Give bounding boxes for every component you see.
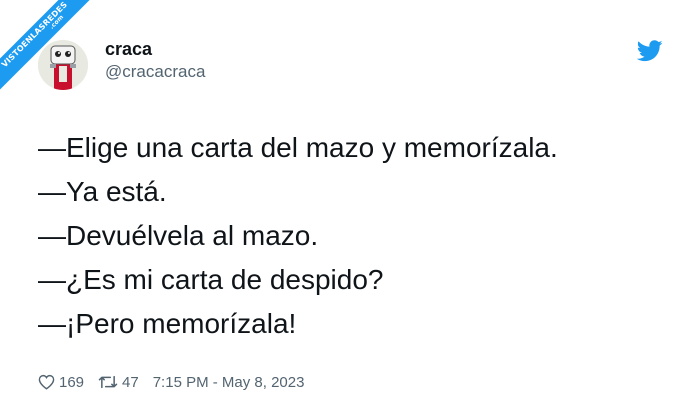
author-handle[interactable]: @cracacraca — [105, 62, 205, 82]
tweet-line: —¡Pero memorízala! — [38, 308, 297, 339]
tweet-line: —Devuélvela al mazo. — [38, 220, 319, 251]
tweet-text: —Elige una carta del mazo y memorízala. … — [38, 126, 678, 346]
retweet-icon — [98, 375, 118, 389]
tweet-line: —Elige una carta del mazo y memorízala. — [38, 132, 558, 163]
like-count: 169 — [59, 373, 85, 391]
tweet-card: VISTOENLASREDES .com craca @cracacraca —… — [0, 0, 700, 420]
author-display-name[interactable]: craca — [105, 39, 152, 60]
tweet-line: —Ya está. — [38, 176, 167, 207]
retweet-count: 47 — [122, 373, 139, 391]
like-button[interactable]: 169 — [38, 374, 84, 391]
avatar[interactable] — [38, 40, 88, 90]
avatar-image — [38, 40, 88, 90]
twitter-bird-icon[interactable] — [637, 40, 663, 62]
heart-icon — [38, 374, 55, 390]
tweet-timestamp[interactable]: 7:15 PM - May 8, 2023 — [153, 374, 305, 391]
tweet-footer: 169 47 7:15 PM - May 8, 2023 — [38, 371, 304, 393]
tweet-line: —¿Es mi carta de despido? — [38, 264, 384, 295]
retweet-button[interactable]: 47 — [98, 374, 139, 391]
